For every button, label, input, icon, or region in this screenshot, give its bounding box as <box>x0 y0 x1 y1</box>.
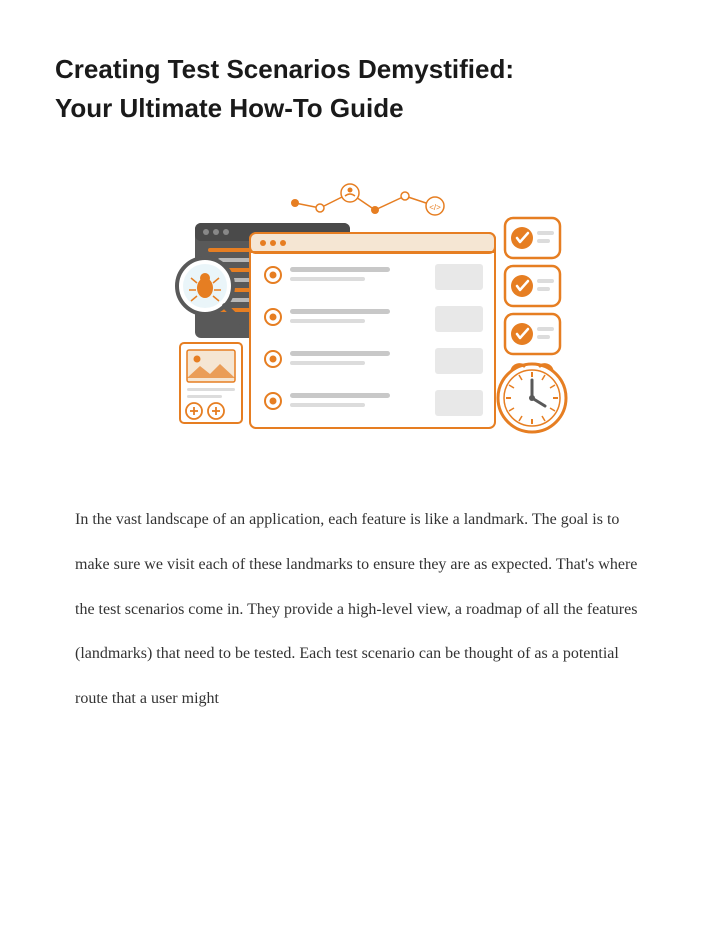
network-nodes-icon: </> <box>291 184 444 215</box>
test-scenarios-illustration-svg: </> <box>140 178 580 438</box>
checkmark-card-3-icon <box>505 314 560 354</box>
title-line-2: Your Ultimate How-To Guide <box>55 93 404 123</box>
checkmark-card-2-icon <box>505 266 560 306</box>
page-title: Creating Test Scenarios Demystified: You… <box>55 50 665 128</box>
body-paragraph: In the vast landscape of an application,… <box>55 498 665 722</box>
hero-illustration: </> <box>55 178 665 438</box>
clock-icon <box>498 364 566 432</box>
svg-text:</>: </> <box>429 203 441 212</box>
image-card-icon <box>180 343 242 423</box>
list-window-icon <box>250 233 495 428</box>
title-line-1: Creating Test Scenarios Demystified: <box>55 54 514 84</box>
checkmark-card-1-icon <box>505 218 560 258</box>
